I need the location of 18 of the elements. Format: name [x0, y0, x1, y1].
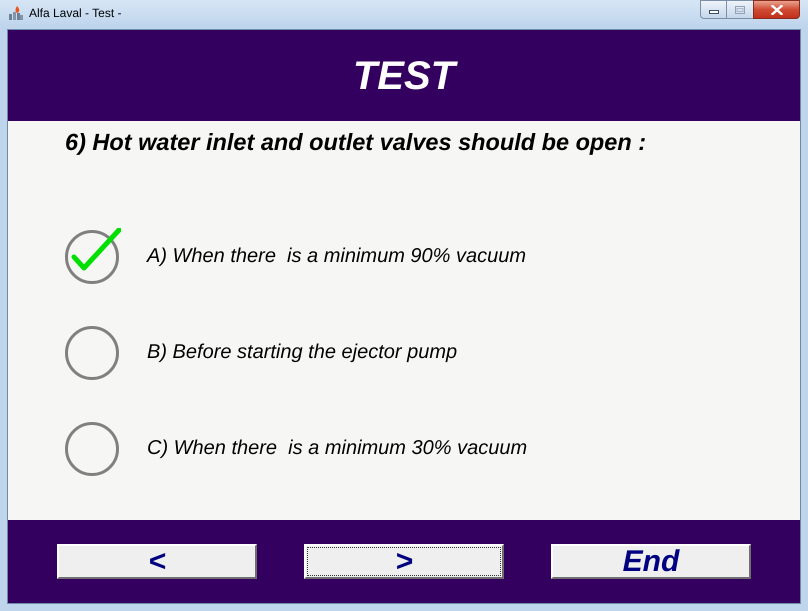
checked-circle-icon[interactable]	[65, 228, 121, 284]
answer-option[interactable]: A) When there is a minimum 90% vacuum	[147, 244, 526, 268]
minimize-button[interactable]	[700, 0, 727, 19]
nav-button[interactable]: <	[57, 544, 257, 579]
question-text: 6) Hot water inlet and outlet valves should be open :	[65, 129, 646, 156]
app-icon	[8, 5, 24, 21]
answer-option[interactable]: B) Before starting the ejector pump	[147, 340, 458, 364]
nav-button[interactable]: >	[304, 544, 504, 579]
minimize-icon	[708, 10, 718, 14]
answer-option[interactable]: C) When there is a minimum 30% vacuum	[147, 436, 528, 460]
header-title: TEST	[352, 56, 456, 96]
empty-circle-icon[interactable]	[65, 324, 121, 380]
close-button[interactable]	[753, 0, 800, 19]
nav-button[interactable]: End	[551, 544, 751, 579]
close-icon	[770, 4, 782, 14]
empty-circle-icon[interactable]	[65, 420, 121, 476]
window-title: Alfa Laval - Test -	[29, 7, 122, 19]
maximize-icon	[735, 6, 745, 14]
